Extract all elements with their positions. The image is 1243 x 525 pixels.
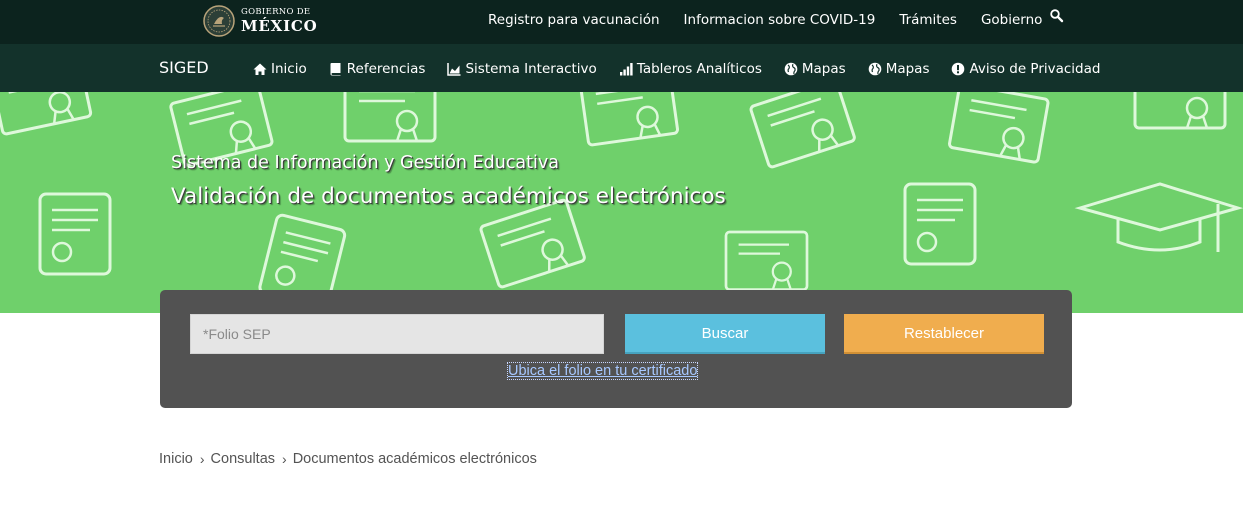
eagle-seal-icon <box>203 5 235 37</box>
nav-item-label: Aviso de Privacidad <box>969 61 1101 77</box>
nav-item-label: Tableros Analíticos <box>636 61 762 77</box>
signal-bars-icon <box>619 63 633 76</box>
link-tramites[interactable]: Trámites <box>899 12 957 28</box>
breadcrumb-item-consultas[interactable]: Consultas <box>211 451 275 467</box>
search-button[interactable]: Buscar <box>625 314 825 354</box>
nav-item-sistema-interactivo[interactable]: Sistema Interactivo <box>447 61 597 77</box>
folio-sep-input[interactable] <box>190 314 604 354</box>
nav-item-label: Mapas <box>885 61 930 77</box>
hero-banner: Sistema de Información y Gestión Educati… <box>0 92 1243 313</box>
nav-item-aviso-privacidad[interactable]: Aviso de Privacidad <box>951 61 1100 77</box>
nav-item-label: Referencias <box>346 61 426 77</box>
nav-item-label: Inicio <box>271 61 307 77</box>
hero-subtitle: Sistema de Información y Gestión Educati… <box>171 153 559 173</box>
nav-item-mapas-1[interactable]: Mapas <box>784 61 846 77</box>
gobierno-logo[interactable]: GOBIERNO DE MÉXICO <box>203 4 318 38</box>
chevron-right-icon: › <box>282 451 287 467</box>
nav-item-inicio[interactable]: Inicio <box>253 61 307 77</box>
reset-button[interactable]: Restablecer <box>844 314 1044 354</box>
globe-icon <box>868 62 881 76</box>
brand-siged[interactable]: SIGED <box>159 58 209 77</box>
link-gobierno[interactable]: Gobierno <box>981 12 1042 28</box>
area-chart-icon <box>447 63 461 76</box>
book-icon <box>330 63 341 76</box>
nav-item-mapas-2[interactable]: Mapas <box>868 61 930 77</box>
gov-links: Registro para vacunación Informacion sob… <box>488 12 1042 28</box>
hero-title: Validación de documentos académicos elec… <box>171 184 726 209</box>
locate-folio-link[interactable]: Ubica el folio en tu certificado <box>506 362 699 380</box>
gov-header: GOBIERNO DE MÉXICO Registro para vacunac… <box>0 0 1243 44</box>
nav-items: Inicio Referencias Sistema Interactivo T… <box>253 61 1100 77</box>
exclamation-circle-icon <box>952 62 965 76</box>
nav-item-label: Mapas <box>801 61 846 77</box>
link-registro-vacunacion[interactable]: Registro para vacunación <box>488 12 660 28</box>
breadcrumb-item-current: Documentos académicos electrónicos <box>292 451 537 467</box>
link-informacion-covid[interactable]: Informacion sobre COVID-19 <box>684 12 876 28</box>
breadcrumb-item-inicio[interactable]: Inicio <box>159 451 193 467</box>
globe-icon <box>784 62 798 76</box>
home-icon <box>253 63 267 75</box>
nav-item-label: Sistema Interactivo <box>465 61 597 77</box>
nav-item-referencias[interactable]: Referencias <box>329 61 426 77</box>
nav-item-tableros[interactable]: Tableros Analíticos <box>619 61 762 77</box>
main-nav: SIGED Inicio Referencias Sistema Interac… <box>0 44 1243 92</box>
search-icon[interactable] <box>1049 8 1067 26</box>
breadcrumb: Inicio › Consultas › Documentos académic… <box>159 451 537 467</box>
folio-search-panel: Buscar Restablecer Ubica el folio en tu … <box>160 290 1072 408</box>
logo-line1: GOBIERNO DE <box>241 7 311 18</box>
logo-line2: MÉXICO <box>241 16 318 35</box>
chevron-right-icon: › <box>199 451 205 467</box>
